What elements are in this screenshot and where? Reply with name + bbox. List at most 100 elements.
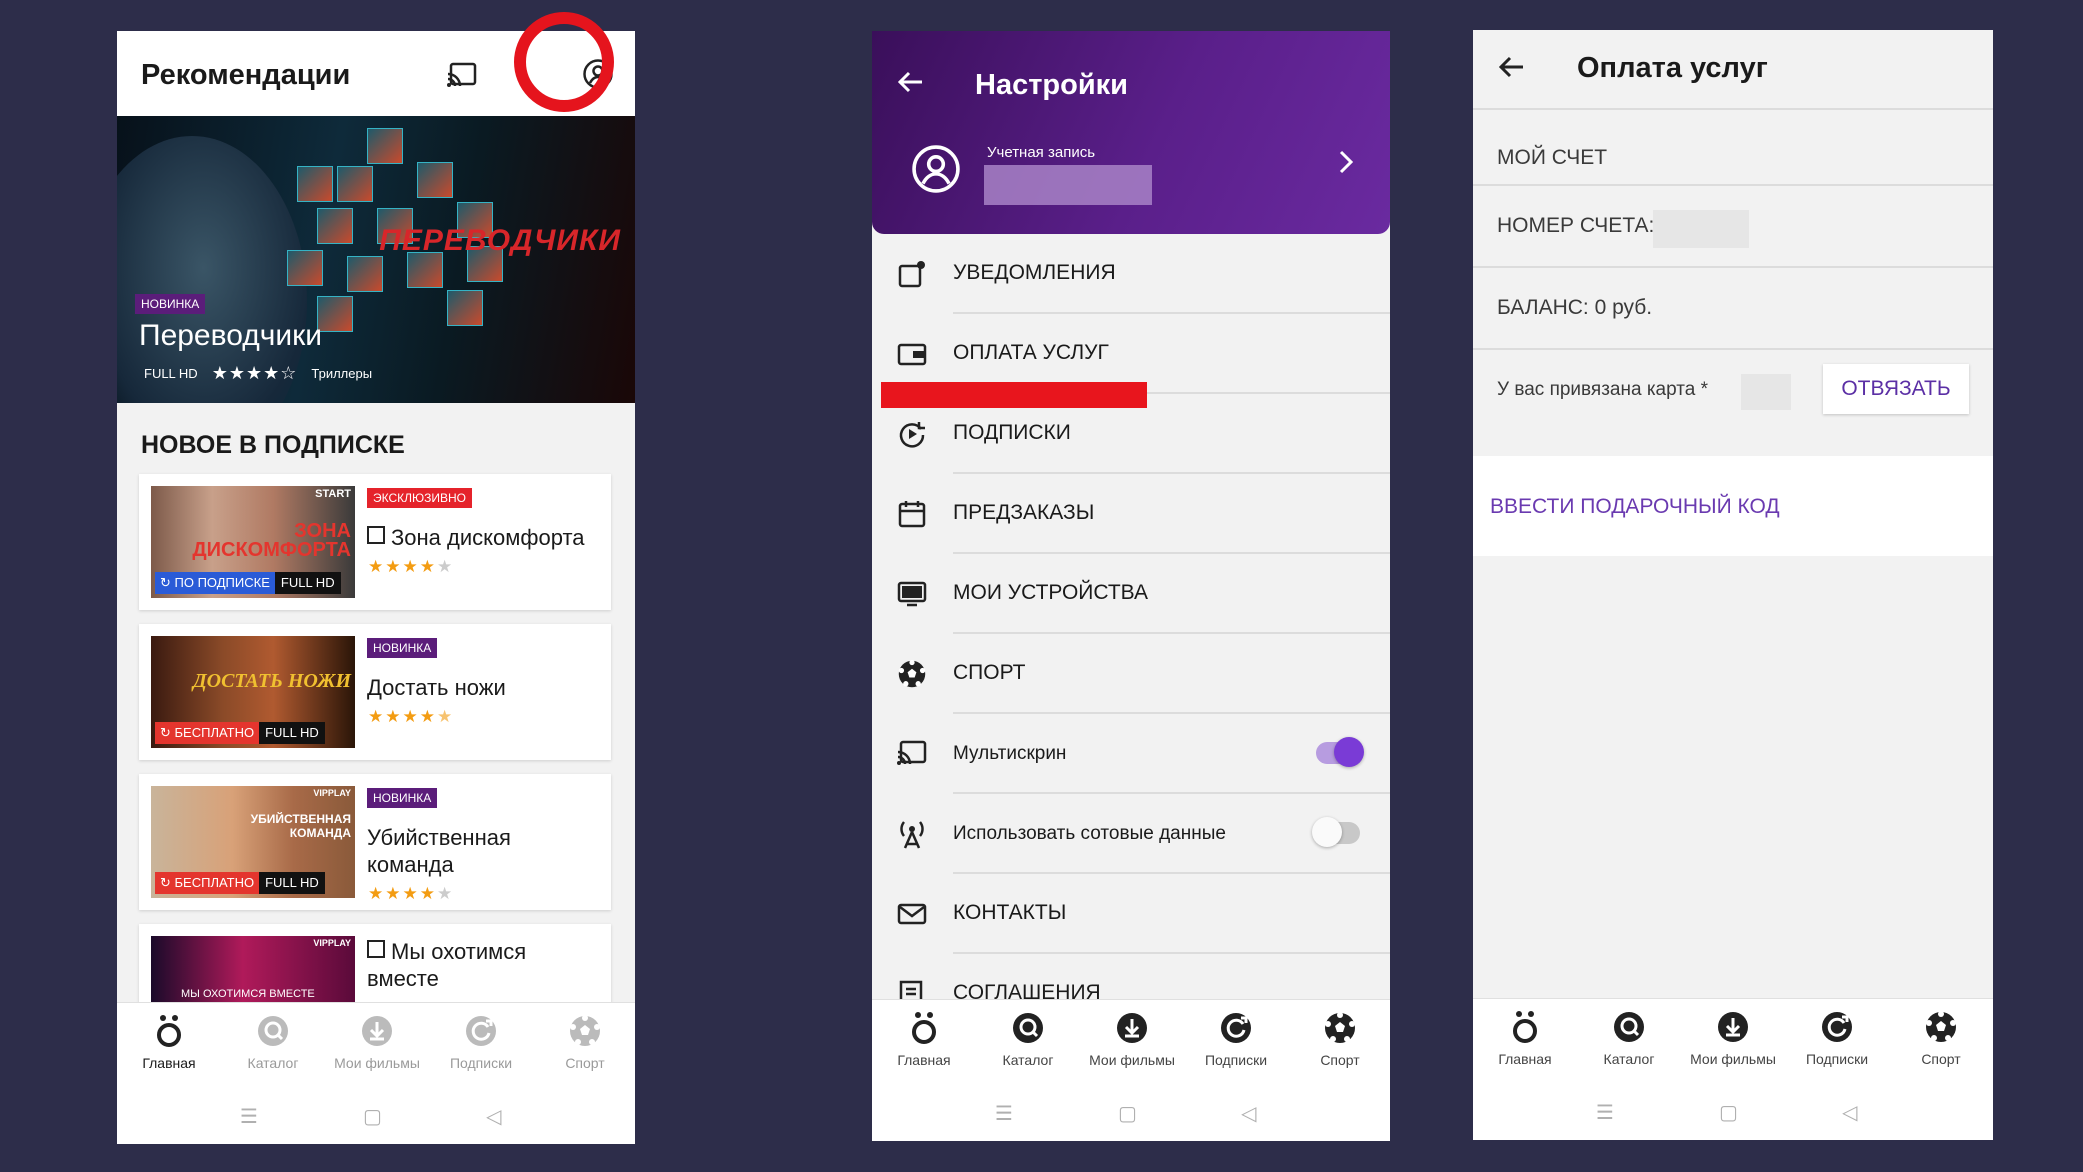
rating-stars: ★★★★★ xyxy=(368,884,455,903)
rating-stars: ★★★★★ xyxy=(368,557,455,576)
balance-row: БАЛАНС: 0 руб. xyxy=(1473,266,1993,348)
settings-item-devices[interactable]: МОИ УСТРОЙСТВА xyxy=(872,554,1390,634)
section-label: МОЙ СЧЕТ xyxy=(1497,146,1608,169)
new-badge: НОВИНКА xyxy=(367,788,438,808)
wallet-icon xyxy=(896,338,928,370)
multiscreen-toggle[interactable] xyxy=(1316,737,1364,767)
soccer-ball-icon xyxy=(1923,1009,1959,1045)
section-title: НОВОЕ В ПОДПИСКЕ xyxy=(141,431,405,459)
nav-sport[interactable]: Спорт xyxy=(1889,1009,1993,1067)
system-nav-bar: ☰ ▢ ◁ xyxy=(1473,1078,1993,1140)
movie-card[interactable]: START ЗОНА ДИСКОМФОРТА ↻ ПО ПОДПИСКЕ FUL… xyxy=(139,474,611,610)
menu-icon[interactable]: ☰ xyxy=(1596,1100,1614,1125)
account-number-redacted xyxy=(1653,210,1749,248)
home-square-icon[interactable]: ▢ xyxy=(363,1104,382,1129)
account-label: Учетная запись xyxy=(987,144,1096,161)
movie-title: Убийственная команда xyxy=(367,825,511,877)
access-badge: ↻ ПО ПОДПИСКЕ FULL HD xyxy=(155,572,341,594)
page-title: Настройки xyxy=(975,69,1129,101)
home-square-icon[interactable]: ▢ xyxy=(1719,1100,1738,1125)
nav-catalog[interactable]: Каталог xyxy=(221,1013,325,1071)
settings-screen: Настройки Учетная запись УВЕДОМЛЕНИЯ ОПЛ… xyxy=(872,31,1390,1141)
payment-screen: Оплата услуг МОЙ СЧЕТ НОМЕР СЧЕТА: БАЛАН… xyxy=(1473,30,1993,1140)
nav-my-movies[interactable]: Мои фильмы xyxy=(1080,1010,1184,1068)
download-icon xyxy=(1114,1010,1150,1046)
back-triangle-icon[interactable]: ◁ xyxy=(486,1104,501,1129)
settings-item-label: ПОДПИСКИ xyxy=(953,421,1071,444)
calendar-icon xyxy=(896,498,928,530)
system-nav-bar: ☰ ▢ ◁ xyxy=(872,1079,1390,1141)
poster-title: ЗОНА ДИСКОМФОРТА xyxy=(192,520,351,561)
system-nav-bar: ☰ ▢ ◁ xyxy=(117,1082,635,1144)
back-triangle-icon[interactable]: ◁ xyxy=(1241,1101,1256,1126)
nav-my-movies[interactable]: Мои фильмы xyxy=(1681,1009,1785,1067)
subscriptions-icon xyxy=(1819,1009,1855,1045)
settings-item-sport[interactable]: СПОРТ xyxy=(872,634,1390,714)
chevron-right-icon[interactable] xyxy=(1338,149,1354,180)
copy-icon xyxy=(367,940,385,958)
settings-item-label: КОНТАКТЫ xyxy=(953,901,1067,924)
cellular-toggle[interactable] xyxy=(1312,817,1360,847)
hero-title: Переводчики xyxy=(139,319,323,352)
nav-sport[interactable]: Спорт xyxy=(1288,1010,1390,1068)
nav-sport[interactable]: Спорт xyxy=(533,1013,635,1071)
back-arrow-icon[interactable] xyxy=(897,71,924,98)
unbind-card-button[interactable]: ОТВЯЗАТЬ xyxy=(1823,364,1969,414)
catalog-icon xyxy=(1611,1009,1647,1045)
new-badge: НОВИНКА xyxy=(367,638,438,658)
movie-title: Мы охотимся вместе xyxy=(367,939,527,991)
settings-item-multiscreen[interactable]: Мультискрин xyxy=(872,714,1390,794)
menu-icon[interactable]: ☰ xyxy=(995,1101,1013,1126)
nav-subscriptions[interactable]: Подписки xyxy=(1785,1009,1889,1067)
account-number-label: НОМЕР СЧЕТА: xyxy=(1497,214,1655,237)
subscriptions-icon xyxy=(463,1013,499,1049)
poster-title: ДОСТАТЬ НОЖИ xyxy=(192,670,351,692)
settings-item-preorders[interactable]: ПРЕДЗАКАЗЫ xyxy=(872,474,1390,554)
subscriptions-icon xyxy=(896,418,928,450)
settings-item-notifications[interactable]: УВЕДОМЛЕНИЯ xyxy=(872,234,1390,314)
home-logo-icon xyxy=(906,1010,942,1046)
settings-item-contacts[interactable]: КОНТАКТЫ xyxy=(872,874,1390,954)
nav-subscriptions[interactable]: Подписки xyxy=(1184,1010,1288,1068)
highlight-circle xyxy=(514,12,614,112)
soccer-ball-icon xyxy=(1322,1010,1358,1046)
new-badge: НОВИНКА xyxy=(135,294,206,314)
back-arrow-icon[interactable] xyxy=(1498,56,1525,83)
settings-item-label: УВЕДОМЛЕНИЯ xyxy=(953,261,1116,284)
subscriptions-icon xyxy=(1218,1010,1254,1046)
poster-title: УБИЙСТВЕННАЯ КОМАНДА xyxy=(250,812,351,840)
account-icon xyxy=(910,143,962,200)
movie-title: Достать ножи xyxy=(367,675,506,700)
settings-item-label: Мультискрин xyxy=(953,743,1067,764)
movie-card[interactable]: ДОСТАТЬ НОЖИ ↻ БЕСПЛАТНО FULL HD НОВИНКА… xyxy=(139,624,611,760)
nav-home[interactable]: Главная xyxy=(117,1013,221,1071)
nav-catalog[interactable]: Каталог xyxy=(1577,1009,1681,1067)
nav-subscriptions[interactable]: Подписки xyxy=(429,1013,533,1071)
gift-code-button[interactable]: ВВЕСТИ ПОДАРОЧНЫЙ КОД xyxy=(1473,456,1993,556)
hero-banner[interactable]: ПЕРЕВОДЧИКИ НОВИНКА Переводчики FULL HD … xyxy=(117,116,635,403)
access-badge: ↻ БЕСПЛАТНО FULL HD xyxy=(155,722,325,744)
hero-meta: FULL HD ★★★★☆ Триллеры xyxy=(144,363,372,384)
settings-item-label: ОПЛАТА УСЛУГ xyxy=(953,341,1109,364)
page-title: Рекомендации xyxy=(141,59,351,91)
nav-catalog[interactable]: Каталог xyxy=(976,1010,1080,1068)
catalog-icon xyxy=(1010,1010,1046,1046)
home-square-icon[interactable]: ▢ xyxy=(1118,1101,1137,1126)
nav-home[interactable]: Главная xyxy=(872,1010,976,1068)
settings-item-label: СПОРТ xyxy=(953,661,1026,684)
settings-item-label: МОИ УСТРОЙСТВА xyxy=(953,581,1148,604)
poster-title: МЫ ОХОТИМСЯ ВМЕСТЕ xyxy=(181,988,315,1000)
nav-home[interactable]: Главная xyxy=(1473,1009,1577,1067)
cast-icon[interactable] xyxy=(445,58,479,92)
account-number-row: НОМЕР СЧЕТА: xyxy=(1473,184,1993,266)
settings-item-cellular[interactable]: Использовать сотовые данные xyxy=(872,794,1390,874)
back-triangle-icon[interactable]: ◁ xyxy=(1842,1100,1857,1125)
nav-my-movies[interactable]: Мои фильмы xyxy=(325,1013,429,1071)
movie-card[interactable]: VIPPLAY УБИЙСТВЕННАЯ КОМАНДА ↻ БЕСПЛАТНО… xyxy=(139,774,611,910)
download-icon xyxy=(1715,1009,1751,1045)
menu-icon[interactable]: ☰ xyxy=(240,1104,258,1129)
bound-card-text: У вас привязана карта * xyxy=(1497,379,1709,400)
page-title: Оплата услуг xyxy=(1577,52,1768,84)
exclusive-badge: ЭКСКЛЮЗИВНО xyxy=(367,488,473,508)
settings-item-subscriptions[interactable]: ПОДПИСКИ xyxy=(872,394,1390,474)
